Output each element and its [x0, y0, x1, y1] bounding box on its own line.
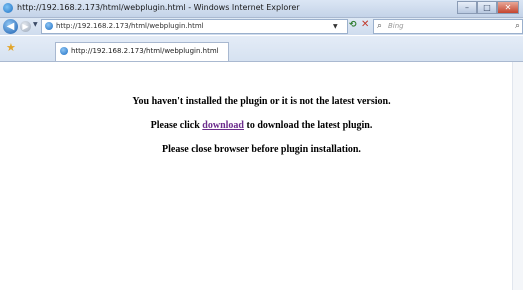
search-icon[interactable]: ⌕: [515, 20, 520, 33]
close-button[interactable]: ✕: [497, 1, 519, 14]
vertical-scrollbar[interactable]: [512, 62, 523, 290]
navigation-bar: ◀ ▶ ▼ http://192.168.2.173/html/webplugi…: [0, 18, 523, 35]
stop-icon[interactable]: ✕: [361, 19, 369, 30]
search-placeholder: Bing: [388, 22, 404, 30]
download-instruction: Please click download to download the la…: [0, 119, 523, 132]
address-dropdown-icon[interactable]: ▼: [333, 20, 338, 33]
tab-label: http://192.168.2.173/html/webplugin.html: [71, 47, 219, 55]
plugin-missing-message: You haven't installed the plugin or it i…: [132, 96, 391, 107]
maximize-button[interactable]: □: [477, 1, 497, 14]
search-input[interactable]: ⌕ Bing ⌕: [373, 19, 523, 34]
download-instruction-suffix: to download the latest plugin.: [243, 120, 373, 131]
ie-page-icon: [45, 22, 53, 30]
download-instruction-prefix: Please click: [150, 120, 203, 131]
window-title: http://192.168.2.173/html/webplugin.html…: [17, 3, 300, 12]
browser-window: http://192.168.2.173/html/webplugin.html…: [0, 0, 523, 290]
tab-webplugin[interactable]: http://192.168.2.173/html/webplugin.html: [55, 42, 229, 61]
ie-page-icon: [60, 47, 68, 55]
title-bar: http://192.168.2.173/html/webplugin.html…: [0, 0, 523, 18]
refresh-icon[interactable]: ⟲: [349, 20, 357, 30]
page-content: You haven't installed the plugin or it i…: [0, 62, 523, 290]
minimize-button[interactable]: –: [457, 1, 477, 14]
back-arrow-icon[interactable]: ◀: [3, 19, 18, 34]
favorites-star-icon[interactable]: ★: [6, 42, 16, 54]
history-dropdown-icon[interactable]: ▼: [33, 21, 38, 28]
address-url[interactable]: http://192.168.2.173/html/webplugin.html: [56, 21, 204, 32]
window-controls: – □ ✕: [457, 1, 519, 14]
address-bar[interactable]: http://192.168.2.173/html/webplugin.html…: [41, 19, 348, 34]
tab-bar: ★ http://192.168.2.173/html/webplugin.ht…: [0, 36, 523, 62]
close-browser-message: Please close browser before plugin insta…: [162, 144, 361, 155]
forward-arrow-icon[interactable]: ▶: [20, 21, 31, 32]
download-link[interactable]: download: [202, 120, 244, 131]
ie-logo-icon: [3, 3, 13, 13]
search-engine-icon: ⌕: [377, 21, 383, 31]
